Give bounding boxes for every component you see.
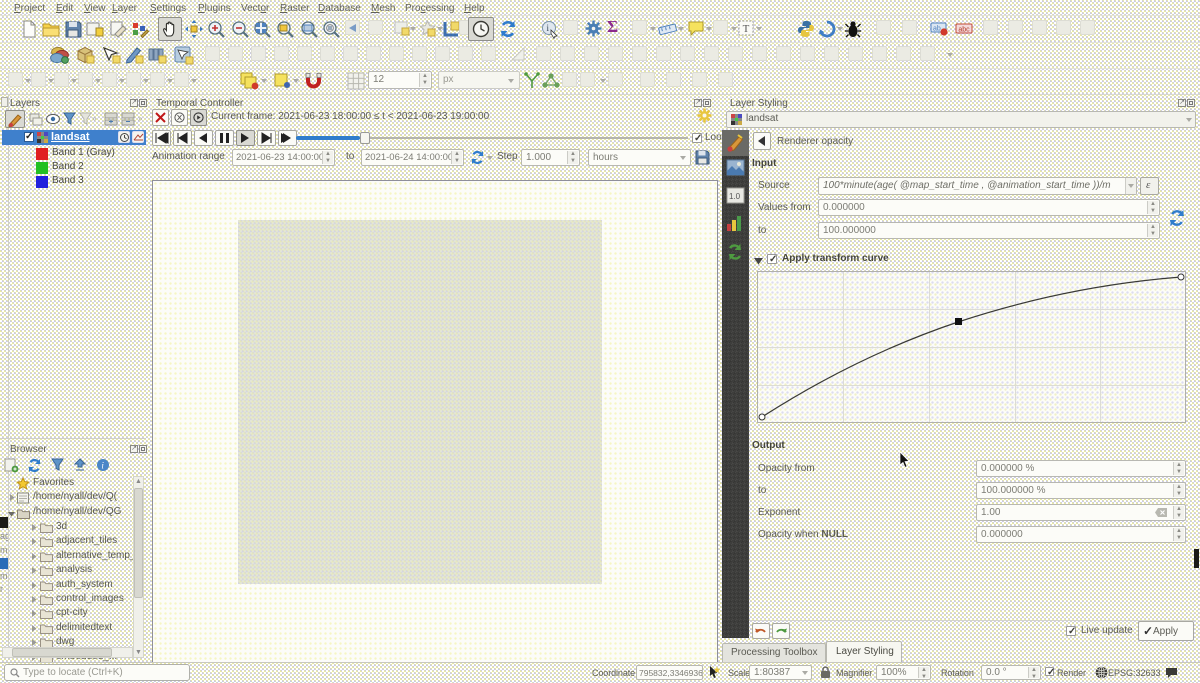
svg-text:1.0: 1.0 bbox=[729, 192, 741, 201]
svg-text:abc: abc bbox=[958, 27, 970, 34]
svg-text:ab: ab bbox=[933, 26, 941, 33]
svg-text:T: T bbox=[743, 23, 750, 35]
